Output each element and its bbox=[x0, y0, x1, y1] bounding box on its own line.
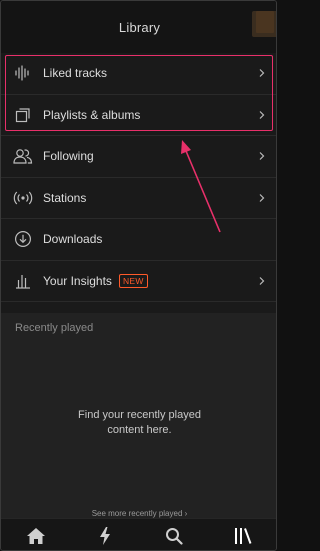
chevron-right-icon bbox=[259, 110, 265, 119]
tab-bar bbox=[1, 518, 276, 551]
bar-chart-icon bbox=[13, 271, 33, 291]
chevron-right-icon bbox=[259, 152, 265, 161]
lightning-icon bbox=[99, 526, 110, 545]
menu-item-downloads[interactable]: Downloads bbox=[1, 219, 276, 261]
library-menu: Liked tracks Playlists & albums Followin… bbox=[1, 53, 276, 302]
broadcast-icon bbox=[13, 188, 33, 208]
tab-stream[interactable] bbox=[90, 521, 120, 551]
tab-library[interactable] bbox=[228, 521, 258, 551]
tab-search[interactable] bbox=[159, 521, 189, 551]
recently-played-section: Recently played Find your recently playe… bbox=[1, 313, 276, 518]
chevron-right-icon bbox=[259, 69, 265, 78]
menu-item-label: Your Insights bbox=[43, 273, 112, 288]
stacked-squares-icon bbox=[13, 105, 33, 125]
avatar[interactable] bbox=[252, 11, 276, 37]
menu-item-liked-tracks[interactable]: Liked tracks bbox=[1, 53, 276, 95]
menu-item-label: Liked tracks bbox=[43, 66, 108, 81]
see-more-link[interactable]: See more recently played › bbox=[1, 509, 276, 518]
tab-home[interactable] bbox=[21, 521, 51, 551]
menu-item-label: Stations bbox=[43, 190, 87, 205]
menu-item-your-insights[interactable]: Your Insights NEW bbox=[1, 261, 276, 302]
waveform-icon bbox=[13, 63, 33, 83]
menu-item-label: Following bbox=[43, 149, 94, 164]
menu-item-following[interactable]: Following bbox=[1, 136, 276, 178]
menu-item-label: Playlists & albums bbox=[43, 107, 141, 122]
chevron-right-icon bbox=[259, 276, 265, 285]
library-screen: Library Liked tracks Playlists & albums … bbox=[0, 0, 277, 551]
menu-item-playlists-albums[interactable]: Playlists & albums bbox=[1, 95, 276, 136]
chevron-right-icon bbox=[259, 193, 265, 202]
menu-item-label: Downloads bbox=[43, 232, 103, 247]
new-badge: NEW bbox=[118, 273, 148, 288]
search-icon bbox=[166, 527, 183, 545]
avatar-image bbox=[256, 11, 274, 33]
home-icon bbox=[26, 527, 45, 544]
library-icon bbox=[235, 527, 252, 544]
download-icon bbox=[13, 229, 33, 249]
section-title: Recently played bbox=[15, 322, 94, 334]
people-icon bbox=[13, 146, 33, 166]
menu-item-stations[interactable]: Stations bbox=[1, 178, 276, 219]
empty-state-message: Find your recently played content here. bbox=[78, 409, 201, 436]
header: Library bbox=[1, 1, 276, 53]
page-title: Library bbox=[118, 19, 161, 35]
